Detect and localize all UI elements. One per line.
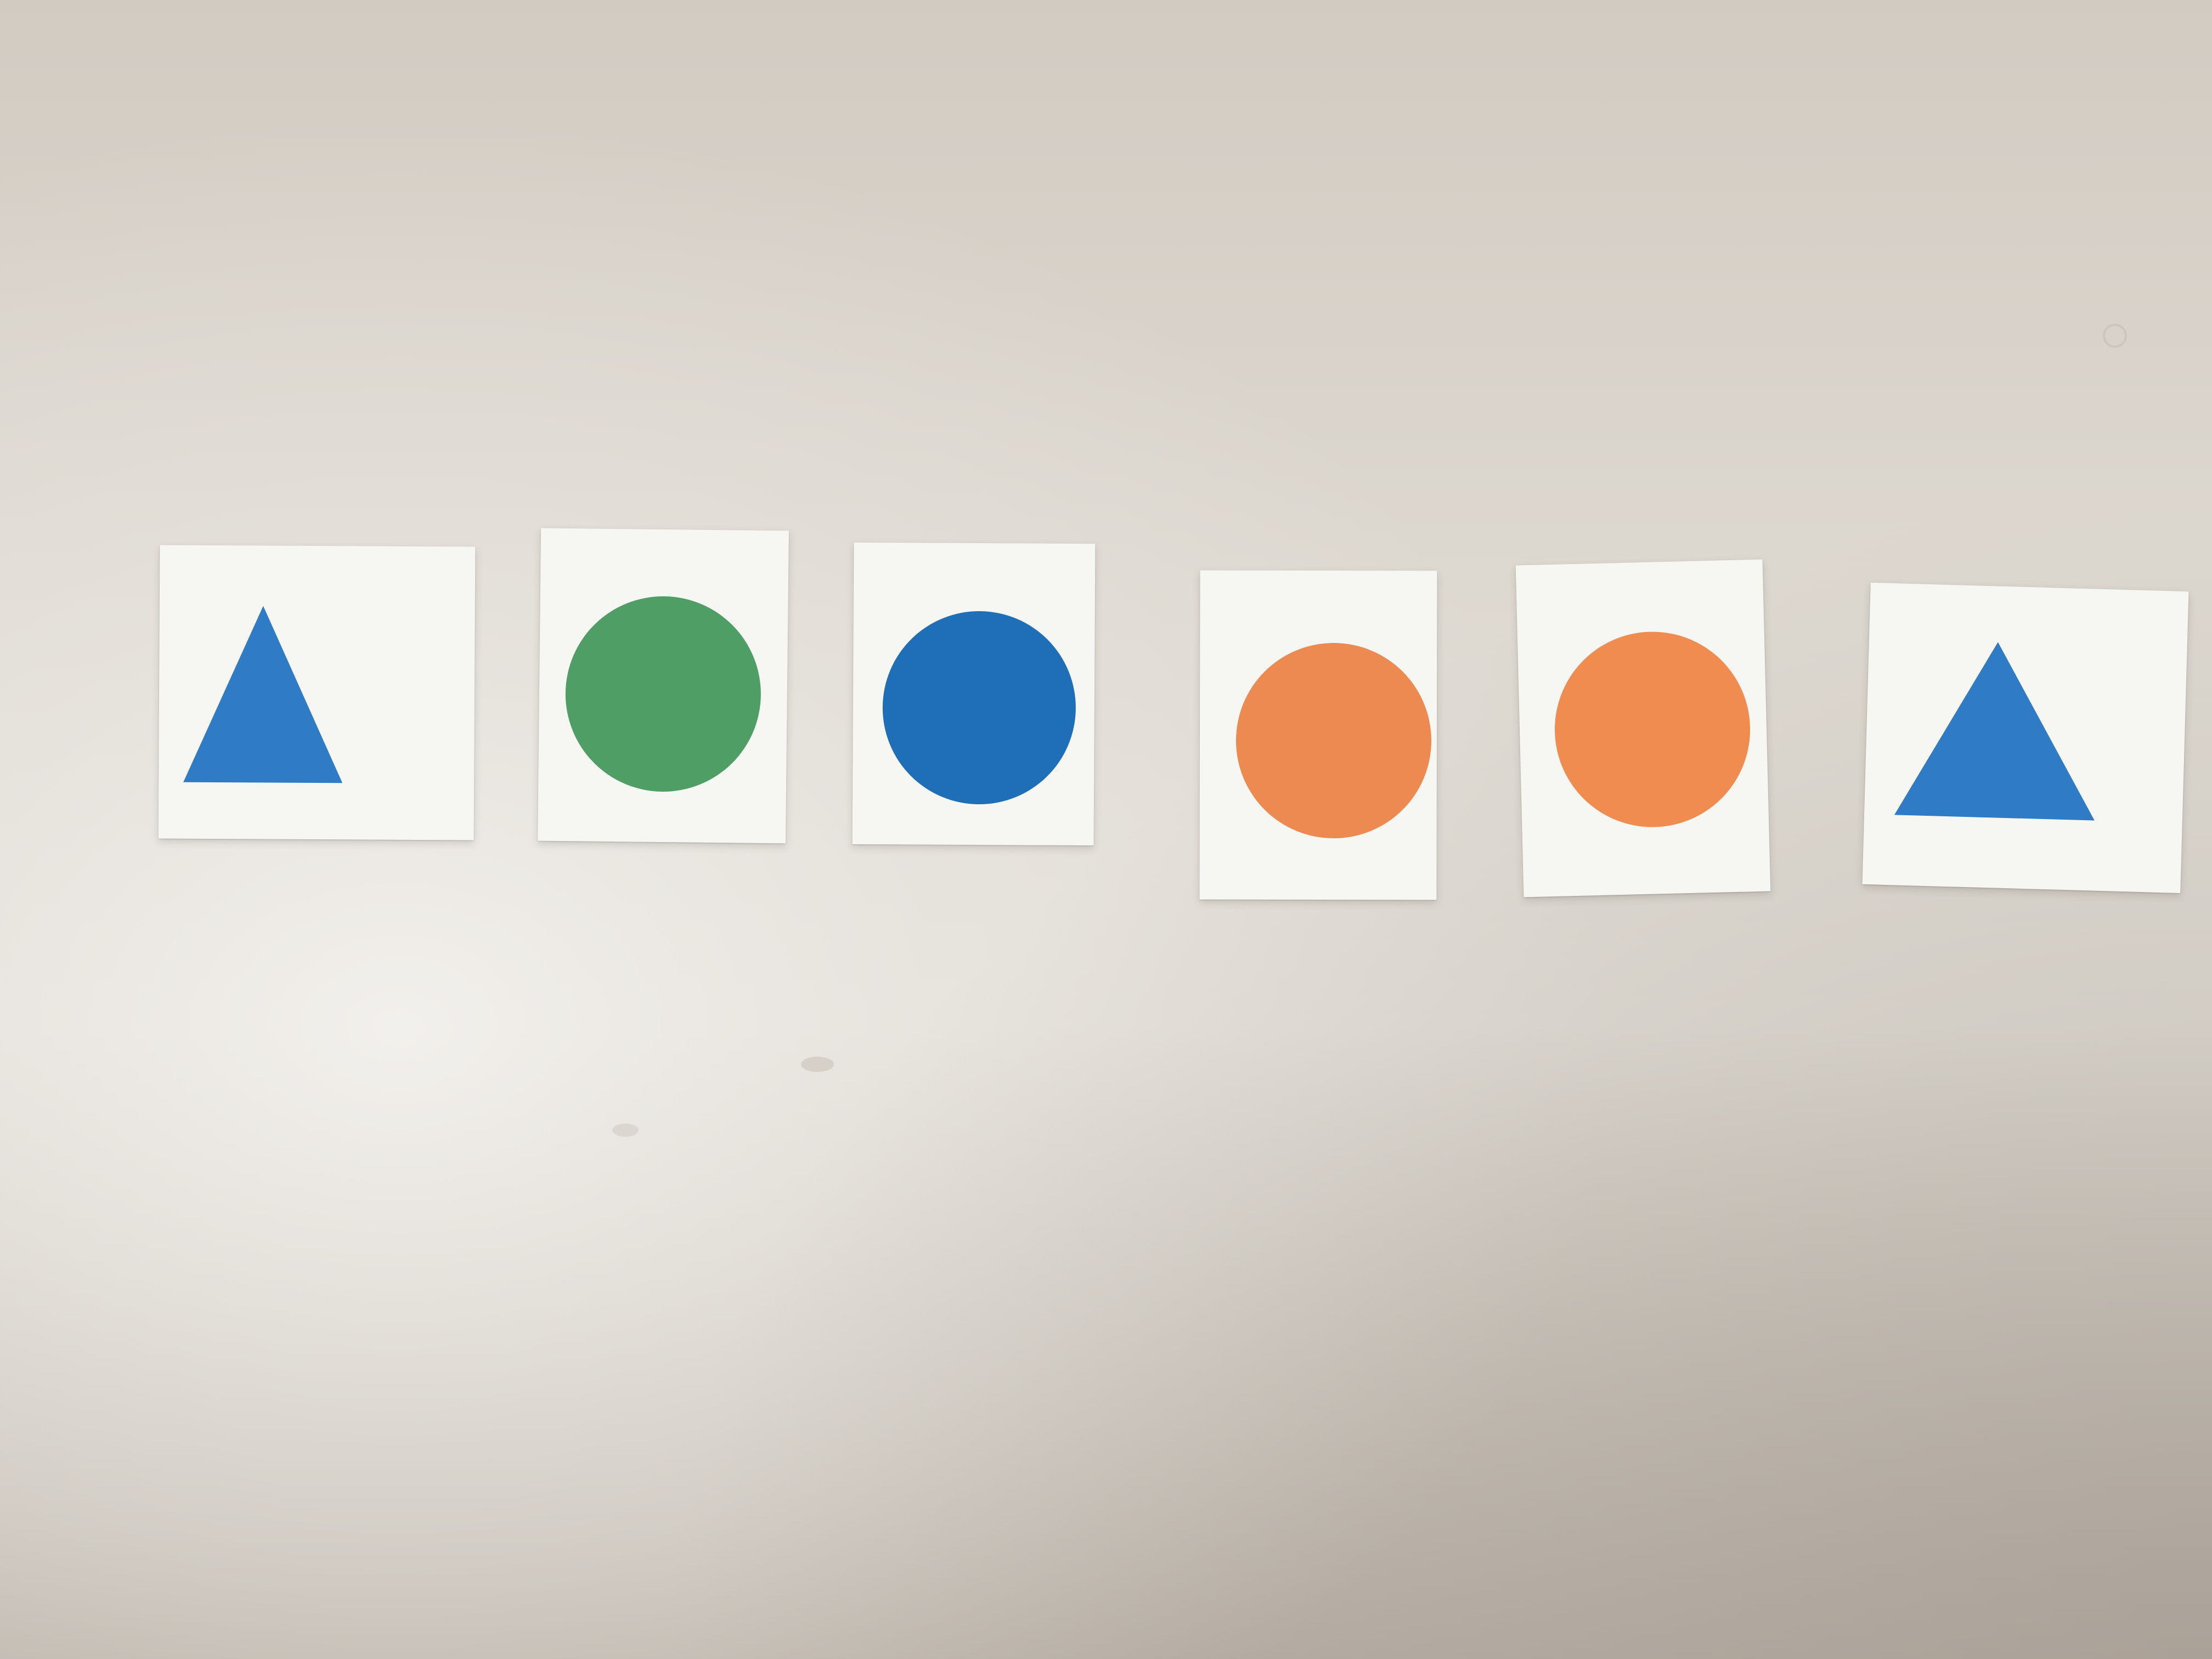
circle-shape xyxy=(565,596,761,792)
triangle-shape xyxy=(1894,642,2095,821)
shape-3 xyxy=(882,611,1076,805)
card-2 xyxy=(538,528,789,844)
card-1 xyxy=(158,545,476,840)
shape-2 xyxy=(565,596,761,792)
card-5 xyxy=(1515,559,1771,898)
triangle-shape xyxy=(183,606,343,783)
card-4 xyxy=(1199,570,1437,900)
circle-shape xyxy=(1555,631,1751,827)
circle-shape xyxy=(882,611,1076,805)
shape-5 xyxy=(1555,631,1751,827)
shape-6 xyxy=(1894,642,2095,821)
circle-shape xyxy=(1235,643,1431,839)
shape-1 xyxy=(183,606,343,783)
shape-4 xyxy=(1235,643,1431,839)
card-6 xyxy=(1862,583,2189,893)
card-3 xyxy=(852,542,1096,846)
photo-scene xyxy=(0,0,2212,1659)
